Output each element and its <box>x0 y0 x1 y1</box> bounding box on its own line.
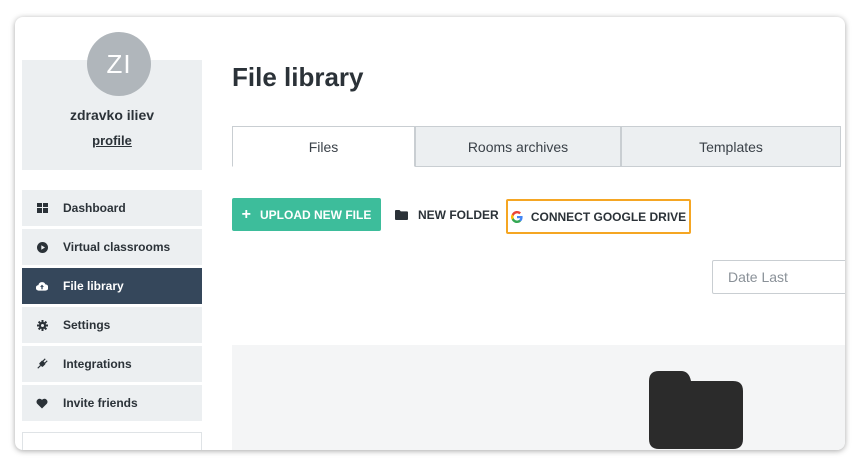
sidebar-item-label: Settings <box>63 318 111 332</box>
tab-label: Files <box>308 138 339 155</box>
folder-icon <box>395 209 408 220</box>
sidebar-widget <box>22 432 202 450</box>
tab-rooms-archives[interactable]: Rooms archives <box>415 126 621 167</box>
sidebar-item-label: Virtual classrooms <box>63 240 171 254</box>
profile-card: ZI zdravko iliev profile <box>22 32 202 170</box>
heart-icon <box>36 397 48 409</box>
upload-label: UPLOAD NEW FILE <box>260 207 372 222</box>
tab-label: Rooms archives <box>467 138 569 155</box>
app-window: ZI zdravko iliev profile Dashboard Virtu… <box>15 17 845 450</box>
profile-link[interactable]: profile <box>22 133 202 148</box>
sidebar-item-integrations[interactable]: Integrations <box>22 346 202 382</box>
new-folder-button[interactable]: NEW FOLDER <box>395 198 499 231</box>
file-list-area <box>232 345 845 450</box>
sidebar-item-file-library[interactable]: File library <box>22 268 202 304</box>
sidebar-item-settings[interactable]: Settings <box>22 307 202 343</box>
gear-icon <box>36 319 48 331</box>
sidebar-item-label: Integrations <box>63 357 132 371</box>
new-folder-label: NEW FOLDER <box>418 207 499 222</box>
page-title: File library <box>232 62 364 92</box>
tab-label: Templates <box>699 138 763 155</box>
folder-icon <box>649 371 743 450</box>
tab-templates[interactable]: Templates <box>621 126 841 167</box>
sidebar-item-invite-friends[interactable]: Invite friends <box>22 385 202 421</box>
connect-google-drive-button[interactable]: CONNECT GOOGLE DRIVE <box>506 199 691 234</box>
tab-files[interactable]: Files <box>232 126 415 167</box>
avatar[interactable]: ZI <box>87 32 151 96</box>
dashboard-icon <box>36 202 48 214</box>
sidebar-item-virtual-classrooms[interactable]: Virtual classrooms <box>22 229 202 265</box>
sort-date-field[interactable] <box>712 260 845 294</box>
google-drive-label: CONNECT GOOGLE DRIVE <box>530 209 687 224</box>
play-circle-icon <box>36 241 48 253</box>
sidebar-item-label: File library <box>63 279 124 293</box>
profile-name: zdravko iliev <box>69 107 155 123</box>
upload-new-file-button[interactable]: + UPLOAD NEW FILE <box>232 198 381 231</box>
cloud-upload-icon <box>36 280 48 292</box>
sidebar-item-label: Dashboard <box>63 201 126 215</box>
plus-icon: + <box>241 205 251 223</box>
google-icon <box>510 210 523 223</box>
plug-icon <box>36 358 48 370</box>
sidebar-item-dashboard[interactable]: Dashboard <box>22 190 202 226</box>
sidebar-item-label: Invite friends <box>63 396 138 410</box>
